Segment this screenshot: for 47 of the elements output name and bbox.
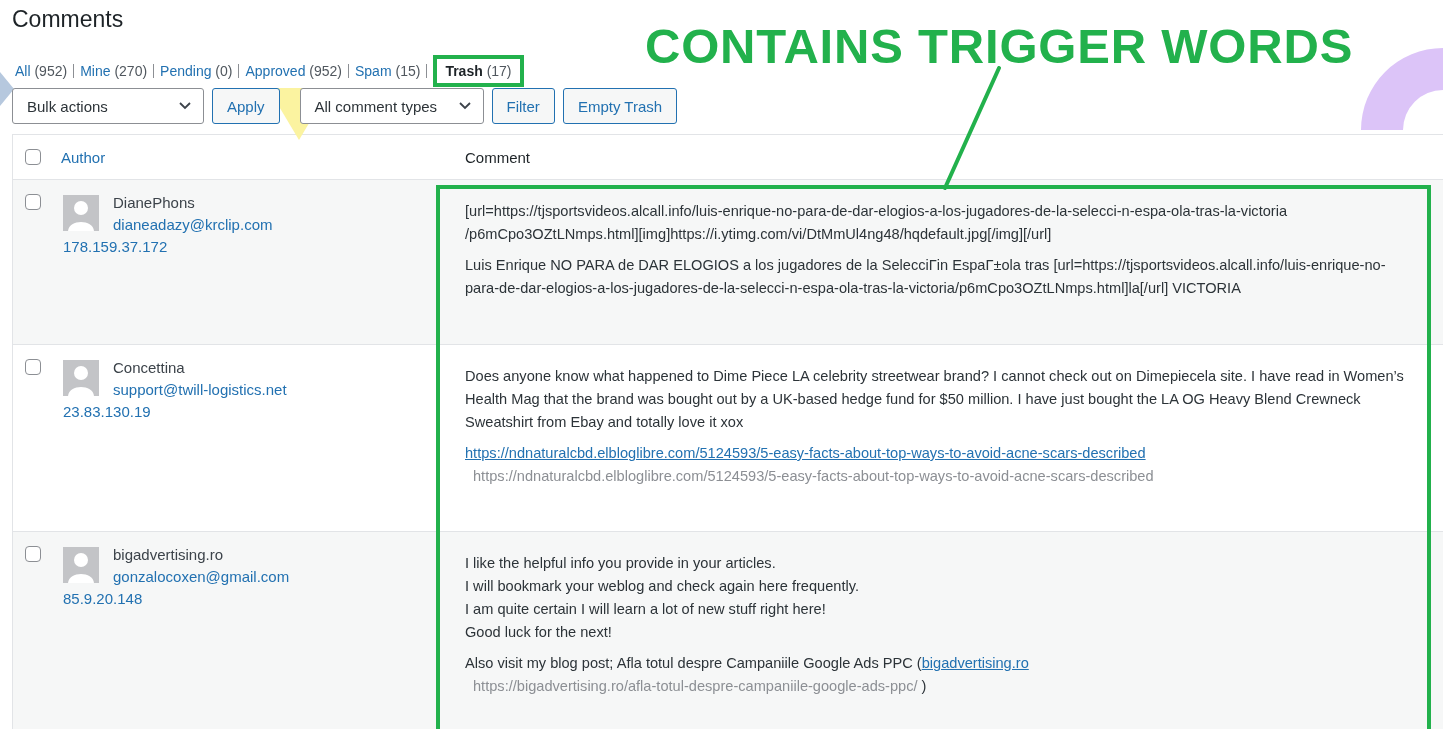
checkbox[interactable] [25, 194, 41, 210]
avatar-icon [63, 195, 99, 231]
bulk-actions-select[interactable]: Bulk actions [12, 88, 204, 124]
ip-link[interactable]: 178.159.37.172 [63, 238, 273, 255]
comment-text: I like the helpful info you provide in your articles. [465, 554, 777, 573]
url-text: https://ndnaturalcbd.elbloglibre.com/5124593/5-easy-facts-about-top-ways-to-avoid-acne-scars-described [472, 467, 1154, 486]
comment-type-select[interactable]: All comment types [299, 88, 484, 124]
author-name: bigadvertising.ro [113, 546, 225, 563]
comment-text: Also visit my blog post; Afla totul despre Campaniile Google Ads PPC ( [465, 655, 922, 671]
filter-link[interactable]: Pending (0) [156, 57, 237, 85]
email-link[interactable]: gonzalocoxen@gmail.com [113, 568, 290, 585]
comment-text: I will bookmark your weblog and check again here frequently. [465, 577, 860, 596]
ip-link[interactable]: 85.9.20.148 [63, 590, 290, 607]
ip-link[interactable]: 23.83.130.19 [63, 403, 287, 420]
checkbox[interactable] [25, 359, 41, 375]
filter-link[interactable]: Mine (270) [76, 57, 152, 85]
column-header: Comment [465, 148, 531, 166]
apply-button[interactable]: Apply [212, 88, 280, 124]
url-text: https://bigadvertising.ro/afla-totul-despre-campaniile-google-ads-ppc/ [472, 677, 918, 696]
avatar-icon [63, 360, 99, 396]
comment-text: Luis Enrique NO PARA de DAR ELOGIOS a los jugadores de la SelecciΓin EspaΓ±ola tras [url=https://tjsportsvideos.alcall.info/luis-enrique-no-para-de-dar-elogios-a-los-jugadores-de-la-selecci-n-espa-ola-tras-la-victoria/p6mCpo3OZtLNmps.html]la[/url] VICTORIA [465, 257, 1386, 296]
filter-link[interactable]: Spam (15) [351, 57, 425, 85]
triangle-decoration [0, 72, 14, 106]
avatar-icon [63, 547, 99, 583]
email-link[interactable]: support@twill-logistics.net [113, 381, 287, 398]
comment-text: Good luck for the next! [465, 623, 613, 642]
checkbox[interactable] [25, 149, 41, 165]
empty-trash-button[interactable]: Empty Trash [562, 88, 678, 124]
author-name: DianePhons [113, 194, 196, 211]
comment-text: ) [920, 678, 927, 694]
chevron-icon [458, 102, 471, 110]
comment-text: Does anyone know what happened to Dime Piece LA celebrity streetwear brand? I cannot check out on Dimepiecela site. I have read in Women’s Health Mag that the brand was bought out by a UK-based hedge fund for $50 million. I have just bought the LA OG Heavy Blend Crewneck Sweatshirt from Ebay and totally love it xox [465, 368, 1404, 430]
checkbox[interactable] [25, 546, 41, 562]
author-name: Concettina [113, 359, 186, 376]
comment-text: [url=https://tjsportsvideos.alcall.info/luis-enrique-no-para-de-dar-elogios-a-los-jugadores-de-la-selecci-n-espa-ola-tras-la-victoria /p6mCpo3OZtLNmps.html][img]https://i.ytimg.com/vi/DtMmUl4ng48/hqdefault.jpg[/img][/url] [465, 203, 1288, 242]
annotation-headline: CONTAINS TRIGGER WORDS [645, 18, 1354, 74]
comment-link[interactable]: https://ndnaturalcbd.elbloglibre.com/5124593/5-easy-facts-about-top-ways-to-avoid-acne-scars-described [465, 445, 1146, 461]
chevron-icon [179, 102, 191, 110]
filter-button[interactable]: Filter [491, 88, 555, 124]
page-title: Comments [11, 5, 125, 34]
comment-text: I am quite certain I will learn a lot of new stuff right here! [465, 600, 827, 619]
email-link[interactable]: dianeadazy@krclip.com [113, 216, 273, 233]
filter-link[interactable]: Trash (17) [433, 55, 524, 87]
filter-link[interactable]: Approved (952) [241, 57, 346, 85]
filter-link[interactable]: All (952) [11, 57, 72, 85]
column-header[interactable]: Author [61, 148, 106, 166]
comment-link[interactable]: bigadvertising.ro [921, 655, 1029, 671]
